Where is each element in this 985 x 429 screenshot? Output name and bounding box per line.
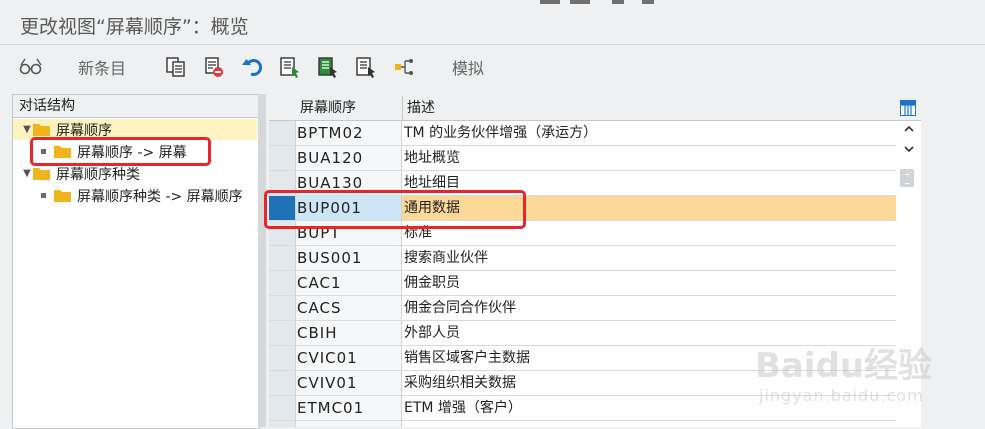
copy-as-icon[interactable] [164,55,188,79]
sequence-cell: CBIH [296,321,402,345]
watermark-url: jingyan.baidu.com [759,386,924,405]
sequence-cell: BPTM02 [296,121,402,145]
tree-node-label: 屏幕顺序种类 -> 屏幕顺序 [77,188,243,205]
table-row[interactable]: BUA130 地址细目 [269,171,896,196]
column-header-description[interactable]: 描述 [407,96,435,120]
sequence-cell: CVIV01 [296,371,402,395]
dialog-structure-panel: 对话结构 ▼ 屏幕顺序 屏幕顺序 -> 屏幕 ▼ 屏幕顺序种类 屏幕顺序种类 -… [12,94,260,429]
chevron-down-icon[interactable]: ▼ [21,124,33,135]
undo-icon[interactable] [240,55,264,79]
window-control[interactable] [540,0,560,4]
description-cell: 通用数据 [402,196,898,220]
simulate-button[interactable]: 模拟 [452,55,484,79]
row-selector[interactable] [269,146,296,170]
sequence-cell: BUPT [296,221,402,245]
table-row-selected[interactable]: BUP001 通用数据 [269,196,898,221]
row-selector[interactable] [269,271,296,295]
sequence-cell: CACS [296,296,402,320]
window-control[interactable] [642,0,654,4]
sequence-cell: BUA120 [296,146,402,170]
row-selector[interactable] [269,296,296,320]
delete-icon[interactable] [202,55,226,79]
description-cell: 标准 [404,225,432,241]
sequence-cell: CVIC01 [296,346,402,370]
bullet-icon [41,149,46,154]
window-control[interactable] [570,0,590,4]
select-block-icon[interactable] [316,55,340,79]
table-row[interactable] [269,421,896,427]
table-row[interactable]: BUPT 标准 [269,221,896,246]
row-selector[interactable] [269,196,296,220]
application-toolbar: 新条目 模拟 [0,44,985,91]
sequence-cell [296,421,402,427]
table-row[interactable]: CACS 佣金合同合作伙伴 [269,296,896,321]
tree-node-label: 屏幕顺序种类 [56,166,140,183]
folder-icon [54,189,71,202]
row-selector[interactable] [269,321,296,345]
folder-icon [33,123,50,136]
sequence-cell: CAC1 [296,271,402,295]
folder-icon [33,167,50,180]
navigate-icon[interactable] [392,55,416,79]
table-settings-icon[interactable] [900,100,916,116]
row-selector[interactable] [269,346,296,370]
description-cell: 佣金合同合作伙伴 [404,300,516,316]
row-selector[interactable] [269,221,296,245]
page-title: 更改视图“屏幕顺序”：概览 [20,16,249,38]
column-divider [402,96,403,120]
sequence-cell: BUP001 [296,196,402,220]
tree-node[interactable]: 屏幕顺序种类 -> 屏幕顺序 [41,185,243,206]
sequence-cell: BUA130 [296,171,402,195]
description-cell: 地址概览 [404,150,460,166]
baidu-logo: Baidu经验 [755,346,933,386]
table-row[interactable]: CAC1 佣金职员 [269,271,896,296]
row-selector[interactable] [269,421,296,427]
tree-node[interactable]: ▼ 屏幕顺序 [13,119,257,140]
tree-node[interactable]: 屏幕顺序 -> 屏幕 [41,141,187,162]
row-selector[interactable] [269,371,296,395]
deselect-all-icon[interactable] [354,55,378,79]
sequence-cell: ETMC01 [296,396,402,420]
sequence-cell: BUS001 [296,246,402,270]
scroll-down-icon[interactable] [900,143,917,161]
table-row[interactable]: BPTM02 TM 的业务伙伴增强（承运方） [269,121,896,146]
description-cell: 佣金职员 [404,275,460,291]
title-bar: 更改视图“屏幕顺序”：概览 [0,0,985,44]
scroll-thumb[interactable] [900,169,914,187]
watermark: Baidu经验 jingyan.baidu.com [755,338,945,413]
row-selector[interactable] [269,396,296,420]
table-row[interactable]: BUS001 搜索商业伙伴 [269,246,896,271]
display-change-icon[interactable] [18,55,44,79]
table-header: 屏幕顺序 描述 [269,96,921,121]
description-cell [402,421,896,427]
chevron-down-icon[interactable]: ▼ [21,168,33,179]
row-selector[interactable] [269,171,296,195]
tree-node-label: 屏幕顺序 [56,122,112,139]
tree-node-label: 屏幕顺序 -> 屏幕 [77,144,187,161]
select-all-icon[interactable] [278,55,302,79]
row-selector[interactable] [269,121,296,145]
description-cell: TM 的业务伙伴增强（承运方） [404,125,598,141]
tree-node[interactable]: ▼ 屏幕顺序种类 [13,163,140,184]
column-header-sequence[interactable]: 屏幕顺序 [300,96,356,120]
panel-splitter[interactable] [258,94,266,427]
window-control[interactable] [612,0,624,4]
description-cell: 地址细目 [404,175,460,191]
row-selector[interactable] [269,246,296,270]
dialog-structure-heading: 对话结构 [13,95,259,118]
new-entries-button[interactable]: 新条目 [78,55,126,79]
scroll-up-icon[interactable] [900,123,917,141]
folder-icon [54,145,71,158]
bullet-icon [41,193,46,198]
description-cell: 搜索商业伙伴 [404,250,488,266]
table-row[interactable]: BUA120 地址概览 [269,146,896,171]
